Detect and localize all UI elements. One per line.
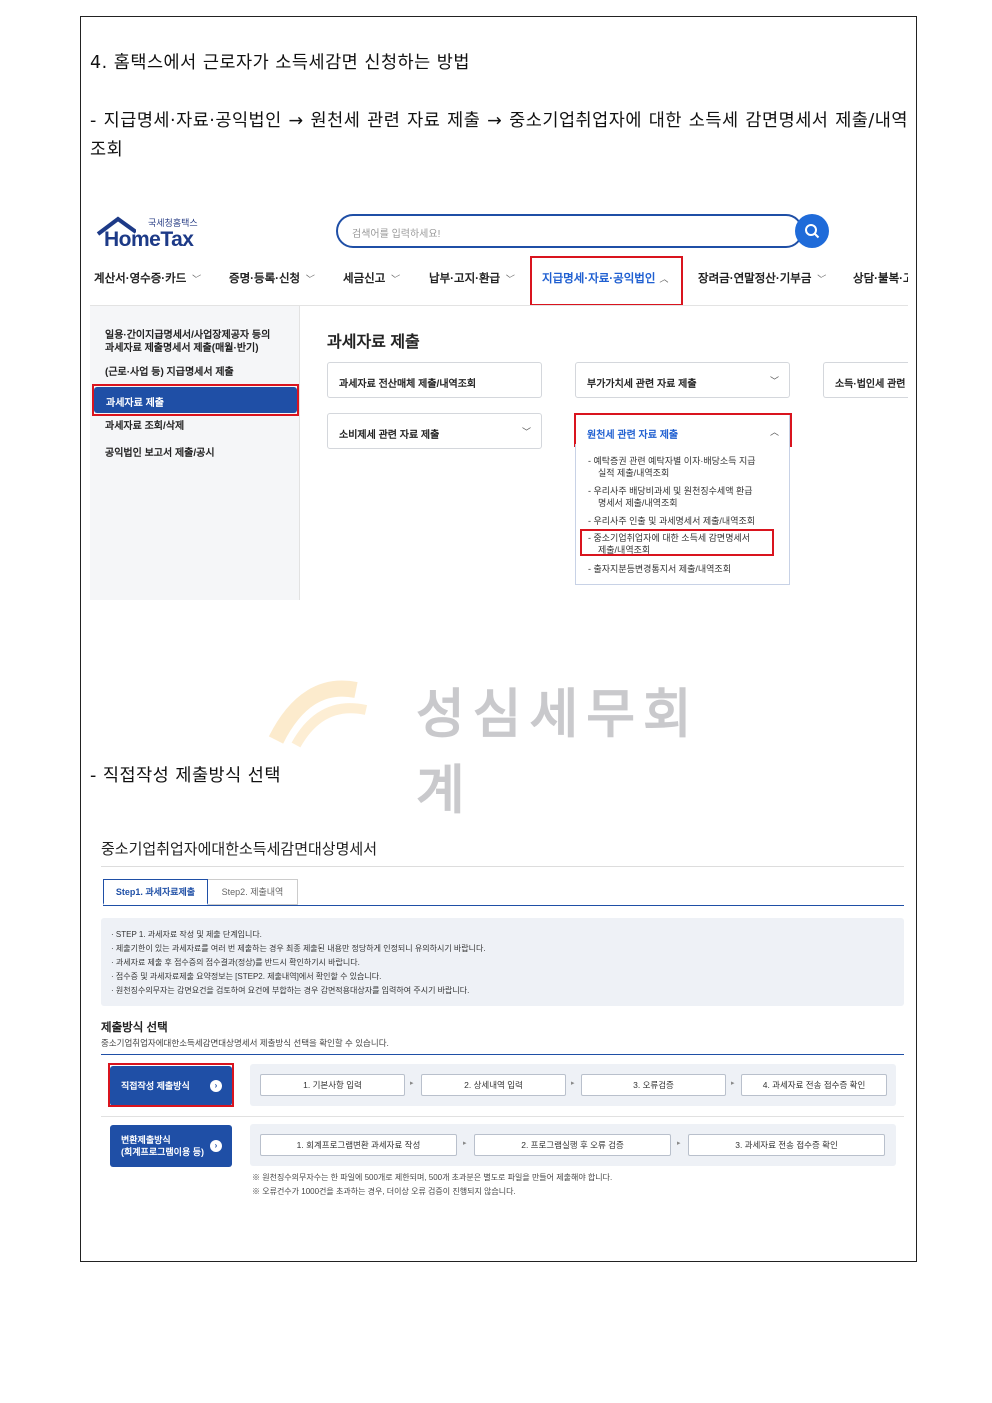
info-line: · 제출기한이 있는 과세자료를 여러 번 제출하는 경우 최종 제출된 내용만… [111,944,486,953]
search-input[interactable]: 검색어를 입력하세요! [336,214,803,248]
direct-step-4: 4. 과세자료 전송 접수증 확인 [741,1074,887,1096]
watermark-text: 성심세무회계 [416,684,700,821]
menu-highlight-box [530,256,683,306]
watermark-logo-icon [268,680,368,748]
hometax-screenshot: 국세청홈택스 HomeTax 검색어를 입력하세요! 계산서·영수증·카드 ﹀ 증… [90,200,908,600]
chevron-down-icon: ﹀ [190,274,200,284]
main-menu: 계산서·영수증·카드 ﹀ 증명·등록·신청 ﹀ 세금신고 ﹀ 납부·고지·환급 ﹀ 지급… [90,270,908,288]
direct-step-3: 3. 오류검증 [581,1074,726,1096]
dropdown-item-stock-withdraw[interactable]: - 우리사주 인출 및 과세명세서 제출/내역조회 [588,515,755,527]
menu-item-consult[interactable]: 상담·불복·고 [853,270,908,286]
step-arrow-icon: ▸ [731,1080,735,1087]
tab-divider [103,905,904,906]
info-line: · STEP 1. 과세자료 작성 및 제출 단계입니다. [111,930,262,939]
menu-item-payment[interactable]: 납부·고지·환급 ﹀ [429,270,513,286]
section-heading: 4. 홈택스에서 근로자가 소득세감면 신청하는 방법 [90,53,471,73]
direct-highlight-box [108,1063,234,1107]
convert-method-button[interactable]: 변환제출방식 (회계프로그램이용 등) › [110,1125,232,1167]
section-title: 과세자료 제출 [327,334,420,351]
step-arrow-icon: ▸ [410,1080,414,1087]
info-line: · 과세자료 제출 후 접수증의 접수결과(정상)를 반드시 확인하기시 바랍니… [111,958,360,967]
watermark: 성심세무회계 [266,670,736,821]
sidebar: 일용·간이지급명세서/사업장제공자 등의 과세자료 제출명세서 제출(매월·반기… [90,306,300,600]
chevron-down-icon: ﹀ [304,274,314,284]
submission-screenshot: 중소기업취업자에대한소득세감면대상명세서 Step1. 과세자료제출 Step2… [90,820,908,1210]
card-income-corp[interactable]: 소득·법인세 관련 [823,362,908,398]
card-highlight-box [574,413,792,447]
note-line: ※ 오류건수가 1000건을 초과하는 경우, 더이상 오류 검증이 진행되지 … [252,1187,516,1196]
title-divider [101,866,904,867]
menu-item-certificate[interactable]: 증명·등록·신청 ﹀ [229,270,313,286]
search-button[interactable] [795,214,829,248]
sidebar-highlight-box [92,384,299,416]
menu-path-text: - 지급명세·자료·공익법인 → 원천세 관련 자료 제출 → 중소기업취업자에… [90,111,908,160]
step-arrow-icon: ▸ [571,1080,575,1087]
row-divider [101,1116,904,1117]
sidebar-item-query[interactable]: 과세자료 조회/삭제 [105,421,184,433]
sidebar-item-daily[interactable]: 일용·간이지급명세서/사업장제공자 등의 [105,330,270,342]
convert-step-3: 3. 과세자료 전송 접수증 확인 [688,1134,885,1156]
convert-step-1: 1. 회계프로그램변환 과세자료 작성 [260,1134,457,1156]
direct-steps: 1. 기본사항 입력 ▸ 2. 상세내역 입력 ▸ 3. 오류검증 ▸ 4. 과… [250,1064,896,1106]
search-placeholder: 검색어를 입력하세요! [352,229,441,240]
dropdown-item-share-change[interactable]: - 출자지분등변경통지서 제출/내역조회 [588,563,731,575]
tab-step1[interactable]: Step1. 과세자료제출 [103,879,208,905]
chevron-down-icon: ﹀ [504,274,514,284]
convert-step-2: 2. 프로그램실행 후 오류 검증 [474,1134,671,1156]
dropdown-highlight-box [580,529,774,556]
method-divider [101,1054,904,1055]
sidebar-item-payment-statement[interactable]: (근로·사업 등) 지급명세서 제출 [105,367,234,379]
logo-wordmark: HomeTax [104,228,194,251]
withholding-dropdown: - 예탁증권 관련 예탁자별 이자·배당소득 지급 실적 제출/내역조회 - 우… [575,444,790,585]
method-title: 제출방식 선택 [101,1022,168,1034]
card-vat[interactable]: 부가가치세 관련 자료 제출 ﹀ [575,362,790,398]
menu-item-tax-report[interactable]: 세금신고 ﹀ [343,270,398,286]
sidebar-item-daily-2[interactable]: 과세자료 제출명세서 제출(매월·반기) [105,343,259,355]
step-arrow-icon: ▸ [677,1140,681,1147]
hometax-logo[interactable]: 국세청홈택스 HomeTax [94,214,204,254]
chevron-down-icon: ﹀ [389,274,399,284]
direct-step-1: 1. 기본사항 입력 [260,1074,405,1096]
direct-step-2: 2. 상세내역 입력 [421,1074,566,1096]
dropdown-item-deposit-2[interactable]: 실적 제출/내역조회 [598,467,669,479]
note-line: ※ 원천징수의무자수는 한 파일에 500개로 제한되며, 500개 초과분은 … [252,1173,613,1182]
form-title: 중소기업취업자에대한소득세감면대상명세서 [101,841,378,858]
info-line: · 원천징수의무자는 감면요건을 검토하여 요건에 부합하는 경우 감면적용대상… [111,986,470,995]
search-icon [805,224,820,239]
chevron-down-icon: ﹀ [521,427,531,437]
chevron-down-icon: ﹀ [769,376,779,386]
info-line: · 접수증 및 과세자료제출 요약정보는 [STEP2. 제출내역]에서 확인할… [111,972,382,981]
direct-method-heading: - 직접작성 제출방식 선택 [90,766,282,786]
card-media-submit[interactable]: 과세자료 전산매체 제출/내역조회 [327,362,542,398]
chevron-right-icon: › [210,1140,222,1152]
tab-step2[interactable]: Step2. 제출내역 [208,879,298,905]
dropdown-item-deposit[interactable]: - 예탁증권 관련 예탁자별 이자·배당소득 지급 [588,455,756,467]
menu-item-incentive[interactable]: 장려금·연말정산·기부금 ﹀ [698,270,824,286]
convert-steps: 1. 회계프로그램변환 과세자료 작성 ▸ 2. 프로그램실행 후 오류 검증 … [250,1124,896,1166]
dropdown-item-stock-dividend[interactable]: - 우리사주 배당비과세 및 원천징수세액 환급 [588,485,753,497]
dropdown-item-stock-dividend-2[interactable]: 명세서 제출/내역조회 [598,497,678,509]
chevron-down-icon: ﹀ [815,274,825,284]
info-box: · STEP 1. 과세자료 작성 및 제출 단계입니다. · 제출기한이 있는… [101,918,904,1006]
sidebar-item-public[interactable]: 공익법인 보고서 제출/공시 [105,448,215,460]
method-subtitle: 중소기업취업자에대한소득세감면대상명세서 제출방식 선택을 확인할 수 있습니다… [101,1038,389,1048]
card-consumption[interactable]: 소비제세 관련 자료 제출 ﹀ [327,413,542,449]
step-arrow-icon: ▸ [463,1140,467,1147]
menu-item-invoice[interactable]: 계산서·영수증·카드 ﹀ [94,270,199,286]
